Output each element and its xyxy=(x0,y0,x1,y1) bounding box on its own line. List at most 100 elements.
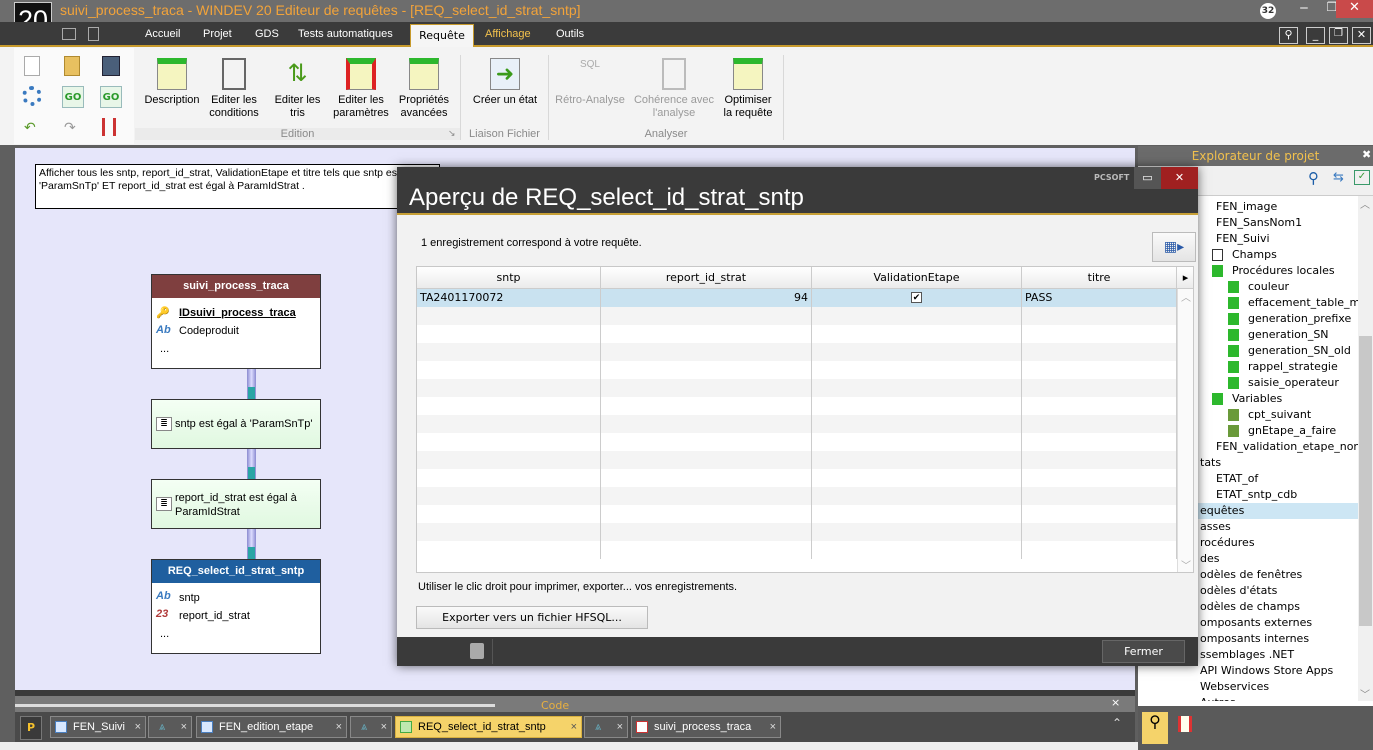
result-query-node[interactable]: REQ_select_id_strat_sntp Ab sntp 23 repo… xyxy=(151,559,321,654)
table-cell[interactable] xyxy=(1022,433,1177,451)
table-cell[interactable] xyxy=(601,361,812,379)
table-row[interactable]: TA2401170072 94 ✔ PASS xyxy=(417,289,1177,307)
tree-item[interactable]: gnEtape_a_faire xyxy=(1248,424,1336,437)
table-cell[interactable] xyxy=(1022,469,1177,487)
scroll-thumb[interactable] xyxy=(1359,336,1372,626)
doc-tab-suivi-process-traca[interactable]: suivi_process_traca × xyxy=(631,716,781,738)
tab-close-icon[interactable]: × xyxy=(181,717,187,737)
table-cell[interactable] xyxy=(417,541,601,559)
doc-close-button[interactable]: ✕ xyxy=(1352,27,1371,44)
table-cell[interactable] xyxy=(1022,505,1177,523)
explorer-search-tab-icon[interactable]: ⚲ xyxy=(1142,712,1168,744)
table-cell[interactable] xyxy=(417,325,601,343)
layout-icon[interactable] xyxy=(62,28,76,40)
table-row[interactable] xyxy=(417,505,1177,523)
tree-item[interactable]: asses xyxy=(1200,520,1231,533)
tree-item[interactable]: Autres xyxy=(1200,696,1236,701)
table-row[interactable] xyxy=(417,379,1177,397)
notification-badge[interactable]: 32 xyxy=(1260,3,1276,19)
table-cell[interactable] xyxy=(1022,379,1177,397)
doc-tab-fen-suivi[interactable]: FEN_Suivi × xyxy=(50,716,146,738)
scroll-down-icon[interactable]: ﹀ xyxy=(1360,686,1370,701)
tab-outils[interactable]: Outils xyxy=(556,28,584,40)
tree-item[interactable]: odèles d'états xyxy=(1200,584,1277,597)
table-cell[interactable] xyxy=(601,451,812,469)
table-cell[interactable] xyxy=(812,307,1022,325)
table-cell[interactable] xyxy=(1022,523,1177,541)
table-cell[interactable]: PASS xyxy=(1022,289,1177,307)
table-cell[interactable] xyxy=(601,379,812,397)
explorer-scrollbar[interactable]: ︿ ﹀ xyxy=(1358,196,1373,701)
new-file-icon[interactable] xyxy=(24,56,40,76)
tree-item[interactable]: FEN_image xyxy=(1216,200,1277,213)
tree-item[interactable]: odèles de champs xyxy=(1200,600,1300,613)
table-cell[interactable] xyxy=(601,541,812,559)
table-cell[interactable] xyxy=(417,505,601,523)
tab-close-icon[interactable]: × xyxy=(571,717,577,737)
table-cell[interactable] xyxy=(812,487,1022,505)
table-cell[interactable] xyxy=(812,451,1022,469)
table-cell[interactable] xyxy=(1022,415,1177,433)
tree-item[interactable]: generation_SN xyxy=(1248,328,1329,341)
table-cell[interactable] xyxy=(1022,397,1177,415)
undo-icon[interactable]: ↶ xyxy=(24,120,36,136)
doc-tab-analysis[interactable]: ⩓ × xyxy=(148,716,192,738)
column-header-validationetape[interactable]: ValidationEtape xyxy=(812,267,1022,289)
create-report-button[interactable]: ➜ Créer un état xyxy=(466,58,544,107)
tree-item[interactable]: omposants externes xyxy=(1200,616,1312,629)
scroll-up-icon[interactable]: ︿ xyxy=(1360,196,1370,211)
table-cell[interactable] xyxy=(601,307,812,325)
minimize-button[interactable]: ‒ xyxy=(1290,0,1318,18)
tab-requete[interactable]: Requête xyxy=(410,24,474,48)
checkbox[interactable]: ✔ xyxy=(911,292,922,303)
field-key[interactable]: IDsuivi_process_traca xyxy=(179,307,296,319)
calculator-button[interactable]: ▦▸ xyxy=(1152,232,1196,262)
table-cell[interactable] xyxy=(812,469,1022,487)
go-all-icon[interactable]: GO xyxy=(100,86,122,108)
table-row[interactable] xyxy=(417,451,1177,469)
edit-sort-button[interactable]: ⇅ Editer les tris xyxy=(270,58,325,120)
field[interactable]: sntp xyxy=(179,592,200,604)
table-cell[interactable] xyxy=(417,487,601,505)
table-cell[interactable] xyxy=(812,415,1022,433)
optimize-query-button[interactable]: Optimiser la requête xyxy=(718,58,778,120)
table-cell[interactable] xyxy=(601,523,812,541)
scroll-right-icon[interactable]: ▸ xyxy=(1177,267,1193,289)
table-scrollbar[interactable]: ︿ ﹀ xyxy=(1177,289,1193,572)
table-row[interactable] xyxy=(417,361,1177,379)
source-table-node[interactable]: suivi_process_traca 🔑 IDsuivi_process_tr… xyxy=(151,274,321,369)
tab-gds[interactable]: GDS xyxy=(255,28,279,40)
search-icon[interactable]: ⚲ xyxy=(1308,169,1319,187)
tab-close-icon[interactable]: × xyxy=(336,717,342,737)
query-description[interactable]: Afficher tous les sntp, report_id_strat,… xyxy=(35,164,440,209)
table-cell[interactable] xyxy=(1022,541,1177,559)
table-cell[interactable] xyxy=(601,397,812,415)
doc-tab-fen-edition-etape[interactable]: FEN_edition_etape × xyxy=(196,716,347,738)
table-cell[interactable] xyxy=(601,343,812,361)
field[interactable]: Codeproduit xyxy=(179,325,239,337)
tree-item[interactable]: des xyxy=(1200,552,1219,565)
tree-item[interactable]: FEN_validation_etape_non_ xyxy=(1216,440,1358,453)
table-cell[interactable] xyxy=(812,361,1022,379)
table-cell[interactable] xyxy=(417,451,601,469)
table-cell[interactable] xyxy=(812,379,1022,397)
close-dialog-button[interactable]: Fermer xyxy=(1102,640,1185,663)
table-row[interactable] xyxy=(417,469,1177,487)
table-cell[interactable] xyxy=(417,361,601,379)
description-button[interactable]: Description xyxy=(141,58,203,107)
explorer-close-icon[interactable]: ✖ xyxy=(1362,148,1371,161)
search-icon[interactable]: ⚲ xyxy=(1279,27,1298,44)
results-table[interactable]: sntp report_id_strat ValidationEtape tit… xyxy=(416,266,1194,573)
condition-node[interactable]: ≣ sntp est égal à 'ParamSnTp' xyxy=(151,399,321,449)
tree-item[interactable]: ETAT_sntp_cdb xyxy=(1216,488,1297,501)
table-cell[interactable] xyxy=(417,469,601,487)
doc-tab-req-select-id-strat-sntp[interactable]: REQ_select_id_strat_sntp × xyxy=(395,716,582,738)
table-cell[interactable] xyxy=(601,487,812,505)
tree-item[interactable]: generation_prefixe xyxy=(1248,312,1351,325)
splitter[interactable] xyxy=(15,690,1135,696)
table-cell[interactable] xyxy=(1022,361,1177,379)
tab-close-icon[interactable]: × xyxy=(381,717,387,737)
dialog-close-button[interactable]: ✕ xyxy=(1161,167,1198,189)
dialog-launcher-icon[interactable]: ↘ xyxy=(448,129,456,139)
table-row[interactable] xyxy=(417,523,1177,541)
